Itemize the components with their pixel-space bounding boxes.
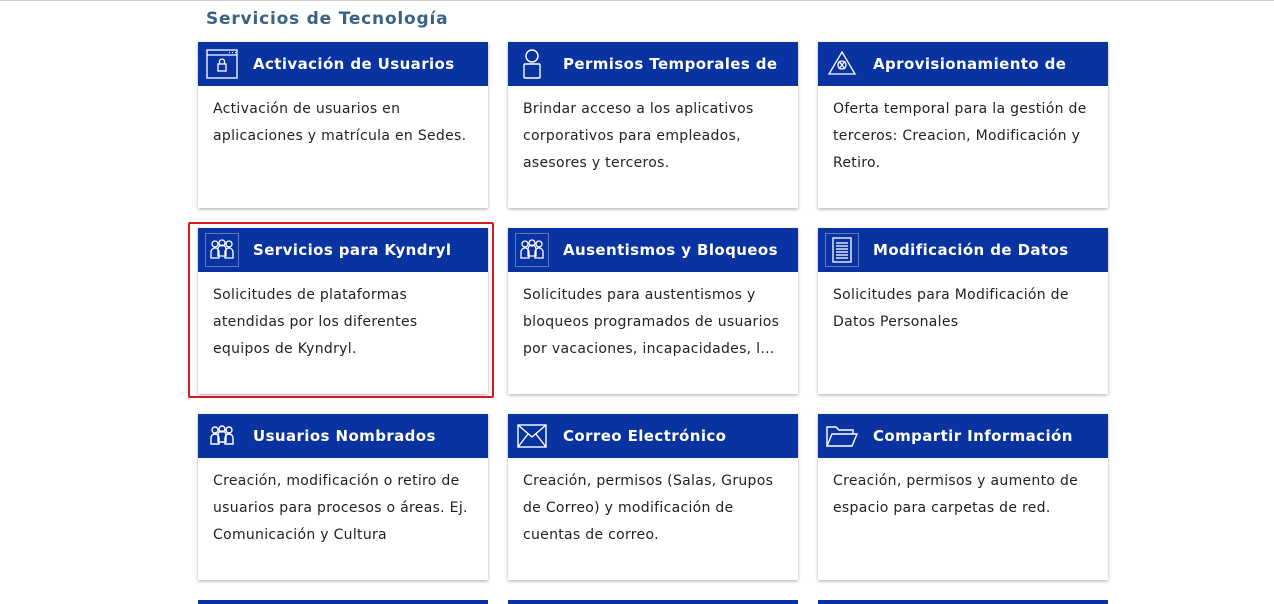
card-description: Solicitudes para austentismos y bloqueos… — [523, 287, 780, 357]
card-header: Aprovisionamiento de — [818, 42, 1108, 86]
card-header: Usuarios Nombrados — [198, 414, 488, 458]
selection-highlight — [188, 222, 494, 398]
person-icon — [515, 47, 549, 81]
envelope-icon — [515, 419, 549, 453]
card-ausentismos-bloqueos[interactable]: Ausentismos y Bloqueos Solicitudes para … — [508, 228, 798, 394]
group-icon — [205, 419, 239, 453]
card-header: Permisos Temporales de — [508, 42, 798, 86]
card-description: Oferta temporal para la gestión de terce… — [833, 101, 1087, 171]
next-card-header-partial[interactable] — [198, 600, 488, 604]
card-header: Compartir Información — [818, 414, 1108, 458]
card-modificacion-datos[interactable]: Modificación de Datos Solicitudes para M… — [818, 228, 1108, 394]
card-usuarios-nombrados[interactable]: Usuarios Nombrados Creación, modificació… — [198, 414, 488, 580]
card-header: Modificación de Datos — [818, 228, 1108, 272]
card-description: Brindar acceso a los aplicativos corpora… — [523, 101, 754, 171]
card-title: Modificación de Datos — [873, 241, 1069, 259]
card-title: Ausentismos y Bloqueos — [563, 241, 778, 259]
next-card-header-partial[interactable] — [508, 600, 798, 604]
card-header: Ausentismos y Bloqueos — [508, 228, 798, 272]
card-title: Correo Electrónico — [563, 427, 727, 445]
section-title: Servicios de Tecnología — [206, 9, 449, 29]
card-description: Solicitudes para Modificación de Datos P… — [833, 287, 1069, 330]
browser-lock-icon — [205, 47, 239, 81]
provisioning-icon — [825, 47, 859, 81]
card-activacion-usuarios[interactable]: Activación de Usuarios Activación de usu… — [198, 42, 488, 208]
card-description: Activación de usuarios en aplicaciones y… — [213, 101, 467, 144]
card-title: Aprovisionamiento de — [873, 55, 1067, 73]
card-compartir-informacion[interactable]: Compartir Información Creación, permisos… — [818, 414, 1108, 580]
card-title: Usuarios Nombrados — [253, 427, 436, 445]
card-title: Activación de Usuarios — [253, 55, 455, 73]
card-title: Compartir Información — [873, 427, 1073, 445]
card-description: Creación, permisos y aumento de espacio … — [833, 473, 1079, 516]
card-header: Activación de Usuarios — [198, 42, 488, 86]
document-icon — [825, 233, 859, 267]
card-description: Creación, permisos (Salas, Grupos de Cor… — [523, 473, 774, 543]
card-correo-electronico[interactable]: Correo Electrónico Creación, permisos (S… — [508, 414, 798, 580]
group-icon — [515, 233, 549, 267]
top-divider — [0, 0, 1274, 1]
card-description: Creación, modificación o retiro de usuar… — [213, 473, 468, 543]
card-title: Permisos Temporales de — [563, 55, 778, 73]
next-card-header-partial[interactable] — [818, 600, 1108, 604]
folder-icon — [825, 419, 859, 453]
card-permisos-temporales[interactable]: Permisos Temporales de Brindar acceso a … — [508, 42, 798, 208]
card-header: Correo Electrónico — [508, 414, 798, 458]
card-aprovisionamiento[interactable]: Aprovisionamiento de Oferta temporal par… — [818, 42, 1108, 208]
